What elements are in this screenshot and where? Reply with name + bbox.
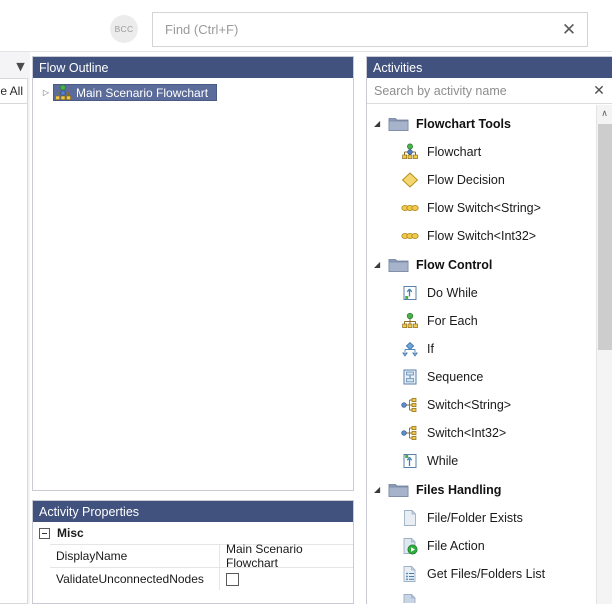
activity-item-label: Do While <box>427 286 478 300</box>
switch-icon <box>401 425 417 440</box>
activity-item-flowchart[interactable]: Flowchart <box>367 138 612 166</box>
diamond-icon <box>401 172 419 188</box>
file-icon <box>403 593 416 603</box>
activity-item-label: Flowchart <box>427 145 482 159</box>
activity-item-label: File/Folder Exists <box>427 511 523 525</box>
chevron-right-icon[interactable]: ▷ <box>39 88 53 97</box>
activity-group-label: Flow Control <box>416 257 493 272</box>
activities-panel: Activities Search by activity name ✕ ◢ F… <box>366 56 612 604</box>
file-icon <box>404 509 417 526</box>
activity-item-do-while[interactable]: Do While <box>367 279 612 307</box>
sequence-icon <box>403 369 417 385</box>
for-each-icon <box>402 312 418 328</box>
activity-item-partial[interactable] <box>367 588 612 603</box>
while-icon <box>403 454 417 468</box>
activities-search-wrapper[interactable]: Search by activity name ✕ <box>367 78 612 104</box>
flow-outline-tree: ▷ Main Scenario Flowchart <box>33 78 353 490</box>
flowchart-icon <box>402 143 418 159</box>
folder-icon <box>388 484 409 497</box>
activity-item-file-folder-exists[interactable]: File/Folder Exists <box>367 504 612 532</box>
activity-group-flowchart-tools[interactable]: ◢ Flowchart Tools <box>367 109 612 138</box>
collapse-arrow-icon[interactable]: ◢ <box>374 119 388 128</box>
property-value-displayname[interactable]: Main Scenario Flowchart <box>220 542 353 570</box>
flow-outline-title: Flow Outline <box>33 57 353 78</box>
checkbox[interactable] <box>226 572 239 586</box>
activities-title: Activities <box>367 57 612 78</box>
activity-group-label: Files Handling <box>416 482 502 497</box>
tree-row[interactable]: ▷ Main Scenario Flowchart <box>33 83 353 102</box>
property-row[interactable]: ValidateUnconnectedNodes <box>50 567 353 590</box>
left-rail: e All ▼ <box>0 52 30 604</box>
property-group-label: Misc <box>57 526 84 540</box>
app-root: BCC Find (Ctrl+F) ✕ e All ▼ Flow Outline… <box>0 0 612 604</box>
chevron-down-icon[interactable]: ▼ <box>13 59 28 73</box>
tree-node-main-scenario-flowchart[interactable]: Main Scenario Flowchart <box>53 84 218 101</box>
activity-item-label: Flow Switch<Int32> <box>427 229 537 243</box>
activities-list: ◢ Flowchart Tools Flowchart Flow Decisio… <box>367 104 612 603</box>
do-while-icon <box>403 286 417 300</box>
switch-icon <box>401 397 417 412</box>
toolbar-divider <box>0 51 612 52</box>
activity-item-label: File Action <box>427 539 485 553</box>
file-play-icon <box>403 537 418 555</box>
activity-item-label: For Each <box>427 314 478 328</box>
folder-icon <box>388 118 409 131</box>
activity-group-files-handling[interactable]: ◢ Files Handling <box>367 475 612 504</box>
activity-item-get-files-folders-list[interactable]: Get Files/Folders List <box>367 560 612 588</box>
avatar-initials: BCC <box>114 24 134 34</box>
activity-item-flow-switch-string[interactable]: Flow Switch<String> <box>367 194 612 222</box>
activity-item-label: Flow Decision <box>427 173 505 187</box>
collapse-arrow-icon[interactable]: ◢ <box>374 260 388 269</box>
activity-group-flow-control[interactable]: ◢ Flow Control <box>367 250 612 279</box>
find-input-placeholder[interactable]: Find (Ctrl+F) <box>153 22 551 37</box>
activity-item-label: Sequence <box>427 370 484 384</box>
flow-outline-panel: Flow Outline ▷ Main Scenario Flowchart <box>32 56 354 491</box>
property-key: ValidateUnconnectedNodes <box>50 568 220 590</box>
activities-scrollbar[interactable]: ∧ <box>596 105 612 604</box>
if-icon <box>402 341 418 357</box>
activity-item-label: While <box>427 454 459 468</box>
avatar[interactable]: BCC <box>110 15 138 43</box>
activity-properties-panel: Activity Properties Misc DisplayName Mai… <box>32 500 354 604</box>
scroll-up-icon[interactable]: ∧ <box>597 105 612 122</box>
activity-item-label: Flow Switch<String> <box>427 201 541 215</box>
clear-search-icon[interactable]: ✕ <box>586 83 612 99</box>
activity-group-label: Flowchart Tools <box>416 116 511 131</box>
activity-item-if[interactable]: If <box>367 335 612 363</box>
activity-item-flow-decision[interactable]: Flow Decision <box>367 166 612 194</box>
activity-properties-grid: Misc DisplayName Main Scenario Flowchart… <box>33 522 353 590</box>
left-rail-partial-button-label: e All <box>0 84 23 98</box>
activity-item-label: Switch<Int32> <box>427 426 507 440</box>
activities-search-input[interactable]: Search by activity name <box>367 84 586 98</box>
file-list-icon <box>403 565 416 582</box>
activity-item-for-each[interactable]: For Each <box>367 307 612 335</box>
activity-item-label: Switch<String> <box>427 398 512 412</box>
property-key: DisplayName <box>50 545 220 567</box>
activity-item-flow-switch-int32[interactable]: Flow Switch<Int32> <box>367 222 612 250</box>
collapse-arrow-icon[interactable]: ◢ <box>374 485 388 494</box>
find-input-wrapper[interactable]: Find (Ctrl+F) ✕ <box>152 12 588 47</box>
close-icon[interactable]: ✕ <box>551 13 587 46</box>
property-value-validateunconnectednodes[interactable] <box>220 568 353 590</box>
activity-item-while[interactable]: While <box>367 447 612 475</box>
activity-item-switch-string[interactable]: Switch<String> <box>367 391 612 419</box>
activity-item-switch-int32[interactable]: Switch<Int32> <box>367 419 612 447</box>
collapse-toggle-icon[interactable] <box>39 527 50 539</box>
activity-item-sequence[interactable]: Sequence <box>367 363 612 391</box>
switch-dots-icon <box>401 233 419 239</box>
property-row[interactable]: DisplayName Main Scenario Flowchart <box>50 542 353 570</box>
flowchart-icon <box>55 84 71 100</box>
activity-item-label: If <box>427 342 434 356</box>
tree-node-label: Main Scenario Flowchart <box>76 85 209 100</box>
property-group-header[interactable]: Misc <box>33 522 353 544</box>
left-rail-partial-button[interactable]: e All <box>0 78 28 104</box>
find-toolbar: BCC Find (Ctrl+F) ✕ <box>0 0 612 52</box>
activity-item-file-action[interactable]: File Action <box>367 532 612 560</box>
folder-icon <box>388 259 409 272</box>
scrollbar-thumb[interactable] <box>598 124 612 350</box>
switch-dots-icon <box>401 205 419 211</box>
activity-item-label: Get Files/Folders List <box>427 567 546 581</box>
left-rail-panel-body <box>0 104 28 604</box>
activity-properties-title: Activity Properties <box>33 501 353 522</box>
